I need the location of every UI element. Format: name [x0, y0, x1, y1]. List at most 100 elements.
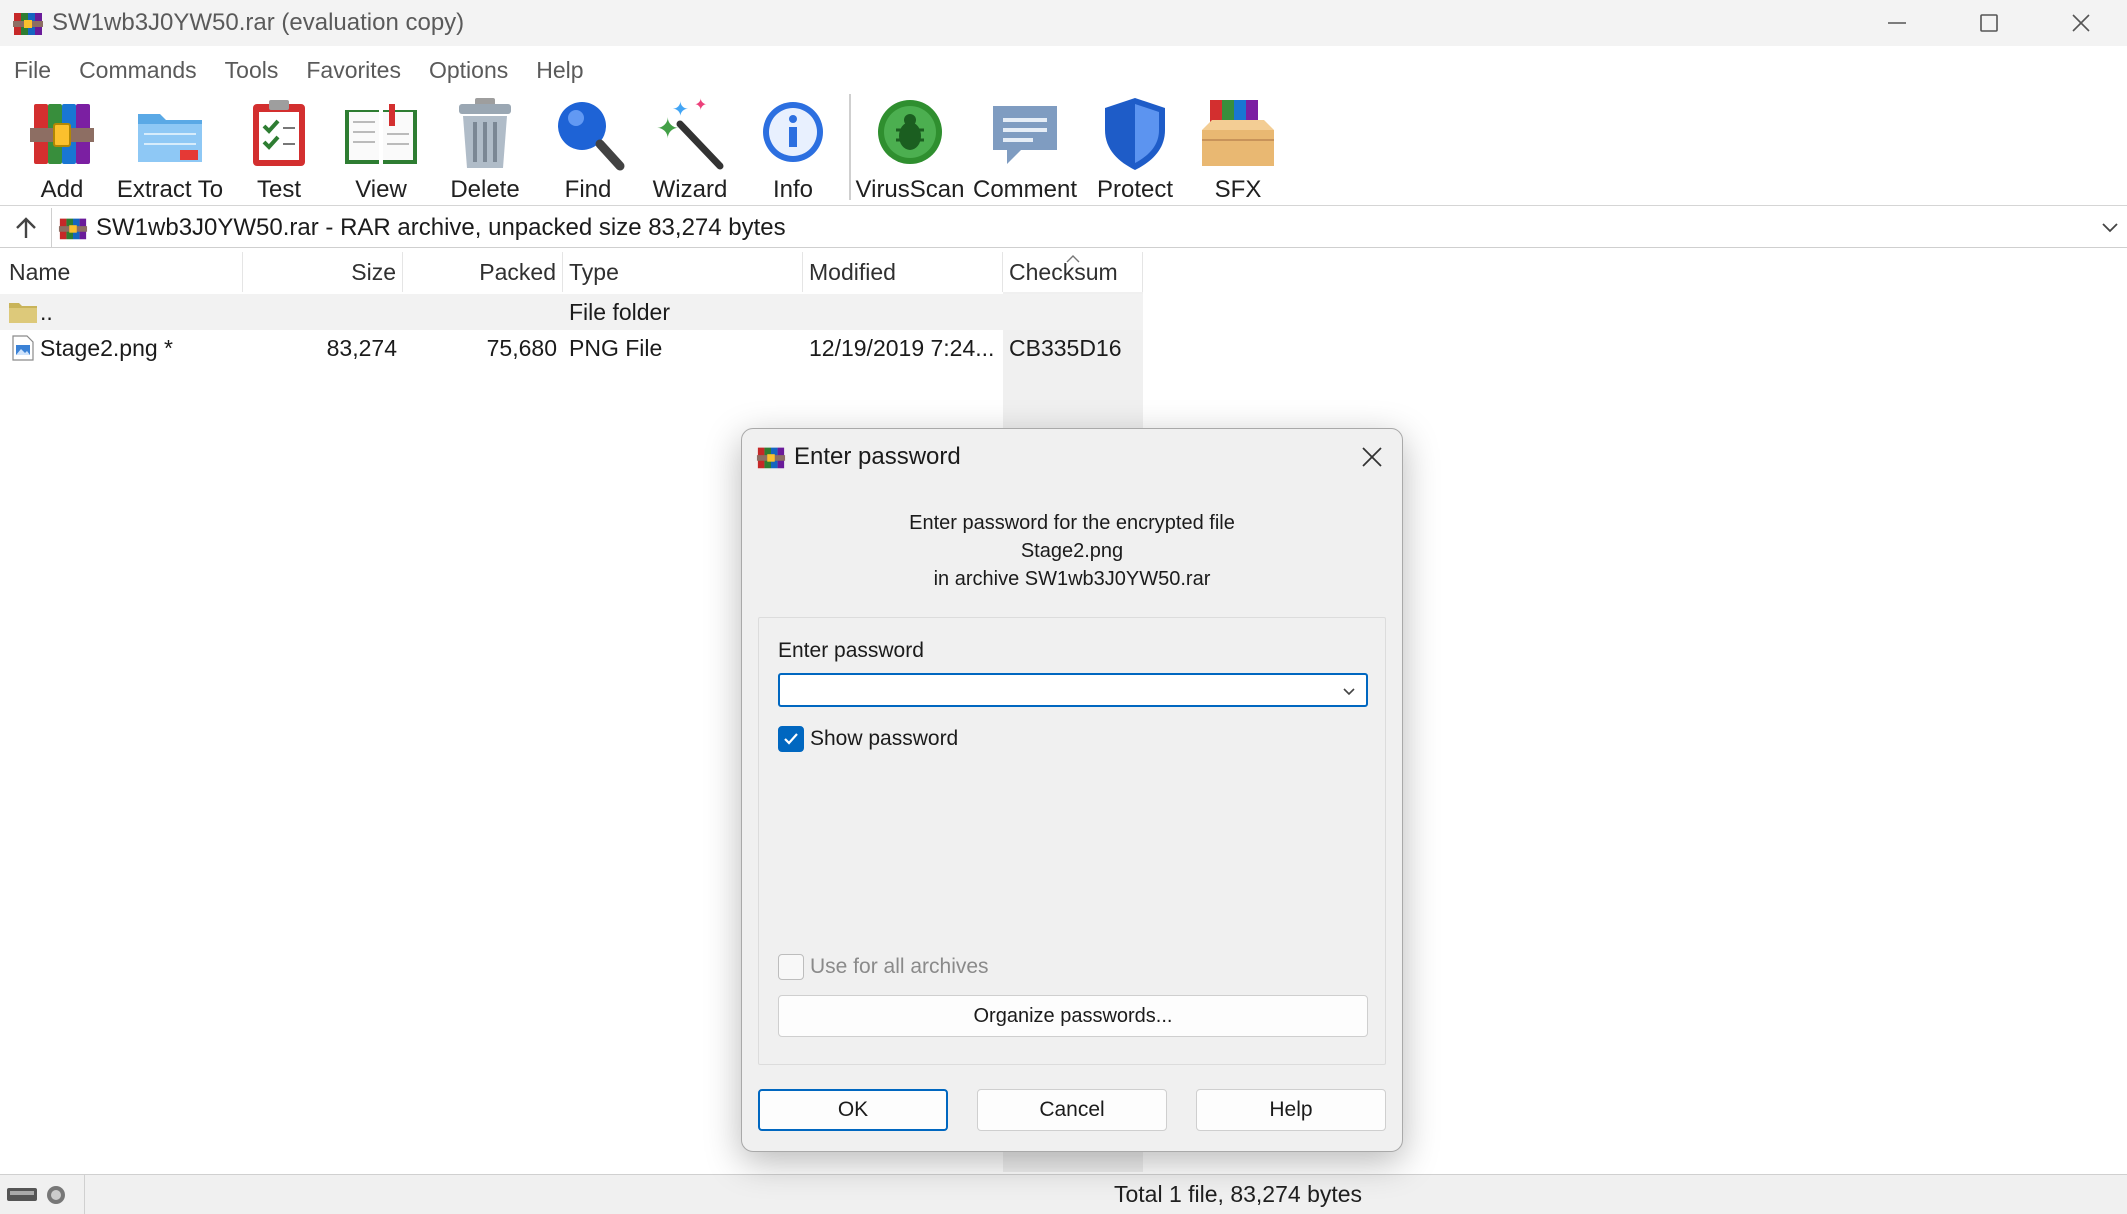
test-label: Test	[256, 176, 301, 203]
column-header-size[interactable]: Size	[243, 252, 403, 292]
address-text[interactable]: SW1wb3J0YW50.rar - RAR archive, unpacked…	[96, 214, 786, 242]
toolbar: Add Extract To Test View Delete Find ✦ ✦…	[0, 90, 2127, 206]
protect-button[interactable]: Protect	[1095, 90, 1175, 206]
sort-ascending-icon	[1066, 255, 1080, 263]
address-dropdown-button[interactable]	[2099, 216, 2121, 243]
wizard-wand-icon: ✦ ✦ ✦	[650, 94, 730, 174]
password-input[interactable]	[778, 673, 1368, 707]
folder-icon	[8, 294, 38, 330]
row-name: Stage2.png *	[40, 334, 174, 361]
extract-to-label: Extract To	[116, 176, 224, 203]
row-type: File folder	[569, 298, 670, 325]
menu-favorites[interactable]: Favorites	[306, 57, 401, 84]
virusscan-label: VirusScan	[855, 176, 965, 203]
add-button[interactable]: Add	[22, 90, 102, 206]
drive-status-icon[interactable]	[6, 1183, 76, 1212]
svg-text:✦: ✦	[672, 97, 689, 121]
chevron-down-icon	[2102, 223, 2118, 233]
enter-password-dialog: Enter password Enter password for the en…	[741, 428, 1403, 1152]
test-clipboard-icon	[239, 94, 319, 174]
status-separator	[84, 1175, 85, 1214]
title-bar: SW1wb3J0YW50.rar (evaluation copy)	[0, 0, 2127, 46]
menu-options[interactable]: Options	[429, 57, 508, 84]
virusscan-bug-icon	[870, 94, 950, 174]
arrow-up-icon	[15, 216, 36, 238]
dialog-close-button[interactable]	[1356, 441, 1388, 473]
winrar-app-icon	[756, 442, 786, 472]
info-label: Info	[772, 176, 814, 203]
sfx-button[interactable]: SFX	[1198, 90, 1278, 206]
use-for-all-archives-label[interactable]: Use for all archives	[810, 955, 989, 979]
sfx-box-icon	[1198, 94, 1278, 174]
extract-folder-icon	[130, 94, 210, 174]
show-password-checkbox[interactable]	[778, 726, 804, 752]
find-label: Find	[564, 176, 612, 203]
add-archive-icon	[22, 94, 102, 174]
column-header-type[interactable]: Type	[563, 252, 803, 292]
delete-button[interactable]: Delete	[445, 90, 525, 206]
maximize-button[interactable]	[1943, 0, 2035, 46]
address-bar: SW1wb3J0YW50.rar - RAR archive, unpacked…	[0, 207, 2127, 248]
close-window-button[interactable]	[2035, 0, 2127, 46]
status-text: Total 1 file, 83,274 bytes	[1114, 1181, 1363, 1207]
help-button[interactable]: Help	[1196, 1089, 1386, 1131]
up-folder-button[interactable]	[0, 207, 52, 248]
menu-commands[interactable]: Commands	[79, 57, 197, 84]
password-history-dropdown[interactable]	[1336, 678, 1362, 704]
view-label: View	[355, 176, 407, 203]
delete-label: Delete	[450, 176, 520, 203]
find-magnifier-icon	[548, 94, 628, 174]
info-button[interactable]: Info	[753, 90, 833, 206]
menu-file[interactable]: File	[14, 57, 51, 84]
find-button[interactable]: Find	[548, 90, 628, 206]
delete-trash-icon	[445, 94, 525, 174]
show-password-label[interactable]: Show password	[810, 727, 958, 751]
row-packed: 75,680	[486, 334, 557, 361]
view-button[interactable]: View	[341, 90, 421, 206]
menu-help[interactable]: Help	[536, 57, 583, 84]
archive-icon	[58, 213, 88, 243]
ok-button[interactable]: OK	[758, 1089, 948, 1131]
row-type: PNG File	[569, 334, 663, 361]
winrar-app-icon[interactable]	[12, 7, 44, 39]
comment-label: Comment	[972, 176, 1078, 203]
protect-label: Protect	[1096, 176, 1174, 203]
add-label: Add	[40, 176, 84, 203]
virusscan-button[interactable]: VirusScan	[855, 90, 965, 206]
view-book-icon	[341, 94, 421, 174]
extract-to-button[interactable]: Extract To	[116, 90, 224, 206]
dialog-title-bar: Enter password	[742, 429, 1402, 485]
column-header-name[interactable]: Name	[0, 252, 243, 292]
window-title: SW1wb3J0YW50.rar (evaluation copy)	[52, 9, 465, 36]
row-name: ..	[40, 298, 53, 325]
minimize-button[interactable]	[1851, 0, 1943, 46]
use-for-all-archives-checkbox[interactable]	[778, 954, 804, 980]
test-button[interactable]: Test	[239, 90, 319, 206]
menu-tools[interactable]: Tools	[225, 57, 279, 84]
comment-button[interactable]: Comment	[972, 90, 1078, 206]
status-bar: Total 1 file, 83,274 bytes	[0, 1174, 2127, 1214]
dialog-message: Enter password for the encrypted file St…	[909, 512, 1235, 590]
cancel-button[interactable]: Cancel	[977, 1089, 1167, 1131]
minimize-icon	[1888, 22, 1906, 24]
toolbar-separator	[849, 94, 851, 200]
sfx-label: SFX	[1214, 176, 1262, 203]
table-row[interactable]: Stage2.png * 83,274 75,680 PNG File 12/1…	[0, 330, 1143, 366]
svg-text:✦: ✦	[694, 95, 707, 114]
info-icon	[753, 94, 833, 174]
organize-passwords-button[interactable]: Organize passwords...	[778, 995, 1368, 1037]
maximize-icon	[1980, 14, 1998, 32]
password-label: Enter password	[778, 639, 924, 662]
close-icon	[1362, 447, 1382, 467]
chevron-down-icon	[1343, 688, 1355, 696]
column-header-checksum[interactable]: Checksum	[1003, 252, 1143, 292]
row-modified: 12/19/2019 7:24...	[809, 334, 995, 361]
column-header-packed[interactable]: Packed	[403, 252, 563, 292]
table-row[interactable]: .. File folder	[0, 294, 1143, 330]
wizard-label: Wizard	[652, 176, 728, 203]
wizard-button[interactable]: ✦ ✦ ✦ Wizard	[650, 90, 730, 206]
png-file-icon	[12, 330, 34, 366]
dialog-title: Enter password	[794, 443, 961, 470]
menu-bar: File Commands Tools Favorites Options He…	[0, 52, 2127, 88]
column-header-modified[interactable]: Modified	[803, 252, 1003, 292]
